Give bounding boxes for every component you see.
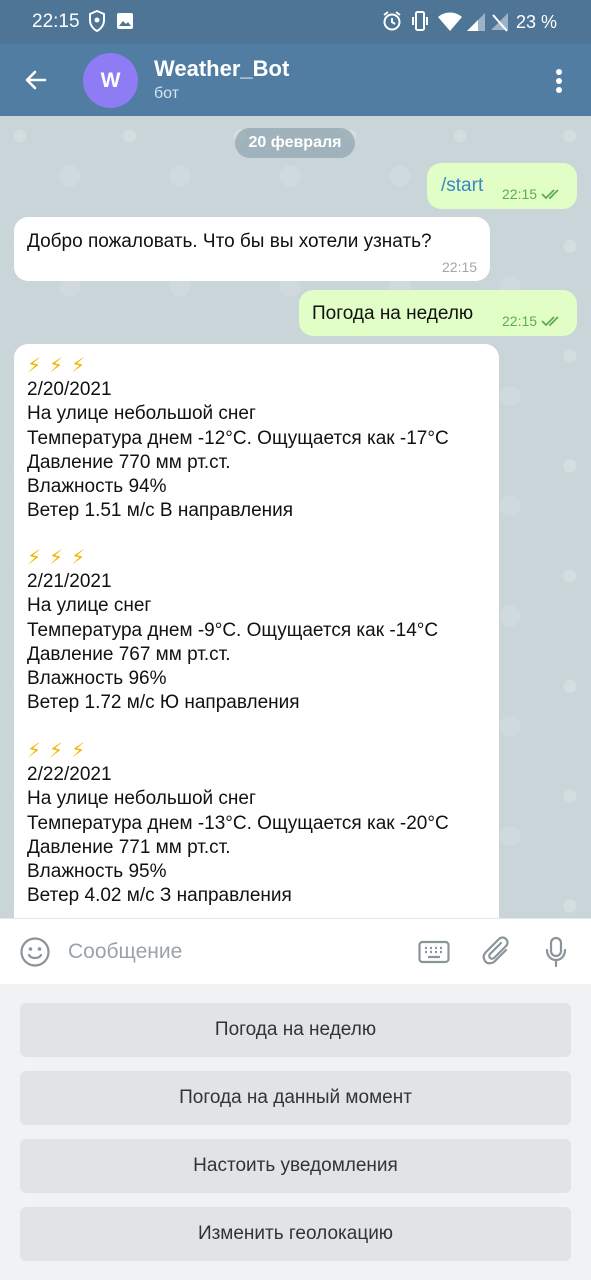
forecast-temperature: Температура днем -12°C. Ощущается как -1… — [27, 427, 449, 449]
chat-title[interactable]: Weather_Bot — [154, 56, 289, 82]
forecast-humidity: Влажность 96% — [27, 667, 167, 689]
lightning-icon: ⚡⚡⚡ — [27, 547, 94, 569]
message-bubble-outgoing[interactable]: /start 22:15 — [427, 163, 577, 209]
forecast-date: 2/21/2021 — [27, 571, 112, 593]
forecast-condition: На улице небольшой снег — [27, 788, 256, 810]
keyboard-button-weekly-weather[interactable]: Погода на неделю — [20, 1003, 571, 1057]
message-time: 22:15 — [502, 313, 538, 329]
forecast-wind: Ветер 1.72 м/с Ю направления — [27, 692, 300, 714]
attach-button[interactable] — [481, 936, 513, 968]
shield-icon — [89, 10, 105, 32]
message-meta: 22:15 — [502, 186, 563, 202]
bot-keyboard-button[interactable] — [418, 936, 450, 968]
forecast-pressure: Давление 770 мм рт.ст. — [27, 451, 231, 473]
forecast-day: ⚡⚡⚡ 2/22/2021 На улице небольшой снег Те… — [27, 739, 449, 908]
forecast-temperature: Температура днем -9°C. Ощущается как -14… — [27, 619, 439, 641]
keyboard-icon — [418, 940, 450, 964]
message-time: 22:15 — [442, 259, 478, 275]
voice-button[interactable] — [540, 936, 572, 968]
lightning-icon: ⚡⚡⚡ — [27, 740, 94, 762]
chat-area[interactable]: 20 февраля /start 22:15 Добро пожаловать… — [0, 116, 591, 918]
forecast-date: 2/22/2021 — [27, 764, 112, 786]
wifi-icon — [438, 12, 462, 31]
more-vertical-icon — [556, 69, 562, 93]
battery-icon — [491, 13, 508, 32]
image-icon — [117, 13, 133, 29]
forecast-message[interactable]: ⚡⚡⚡ 2/20/2021 На улице небольшой снег Те… — [14, 344, 499, 918]
chat-header: W Weather_Bot бот — [0, 44, 591, 116]
forecast-condition: На улице снег — [27, 595, 152, 617]
back-button[interactable] — [18, 62, 54, 98]
paperclip-icon — [482, 936, 509, 965]
double-check-icon — [541, 189, 559, 200]
message-input-bar — [0, 918, 591, 984]
forecast-humidity: Влажность 94% — [27, 475, 167, 497]
forecast-wind: Ветер 4.02 м/с З направления — [27, 885, 292, 907]
forecast-condition: На улице небольшой снег — [27, 403, 256, 425]
message-meta: 22:15 — [442, 259, 477, 275]
forecast-wind: Ветер 1.51 м/с В направления — [27, 500, 294, 522]
emoji-button[interactable] — [19, 936, 51, 968]
message-text: Погода на неделю — [312, 303, 474, 324]
vibrate-icon — [412, 11, 428, 31]
more-menu-button[interactable] — [545, 64, 573, 98]
forecast-pressure: Давление 771 мм рт.ст. — [27, 836, 231, 858]
message-time: 22:15 — [502, 186, 538, 202]
emoji-icon — [20, 937, 50, 967]
forecast-date: 2/20/2021 — [27, 379, 112, 401]
message-bubble-outgoing[interactable]: Погода на неделю 22:15 — [299, 290, 577, 336]
keyboard-button-notifications[interactable]: Настоить уведомления — [20, 1139, 571, 1193]
forecast-pressure: Давление 767 мм рт.ст. — [27, 643, 231, 665]
date-separator: 20 февраля — [235, 128, 355, 158]
status-time: 22:15 — [32, 11, 80, 32]
lightning-icon: ⚡⚡⚡ — [27, 355, 94, 377]
message-input[interactable] — [68, 935, 398, 969]
alarm-icon — [383, 11, 401, 31]
avatar[interactable]: W — [83, 53, 138, 108]
message-text: Добро пожаловать. Что бы вы хотели узнат… — [27, 231, 432, 252]
forecast-temperature: Температура днем -13°C. Ощущается как -2… — [27, 812, 449, 834]
message-text[interactable]: /start — [441, 175, 483, 197]
battery-percent: 23 % — [516, 12, 558, 32]
message-bubble-incoming[interactable]: Добро пожаловать. Что бы вы хотели узнат… — [14, 217, 490, 281]
signal-icon — [467, 13, 485, 31]
forecast-humidity: Влажность 95% — [27, 860, 167, 882]
keyboard-button-current-weather[interactable]: Погода на данный момент — [20, 1071, 571, 1125]
microphone-icon — [545, 936, 567, 968]
double-check-icon — [541, 316, 559, 327]
status-bar: 22:15 23 % — [0, 0, 591, 44]
chat-subtitle: бот — [154, 85, 180, 102]
forecast-day: ⚡⚡⚡ 2/21/2021 На улице снег Температура … — [27, 546, 438, 715]
arrow-left-icon — [25, 70, 47, 90]
bot-reply-keyboard: Погода на неделю Погода на данный момент… — [0, 984, 591, 1280]
message-meta: 22:15 — [502, 313, 563, 329]
forecast-day: ⚡⚡⚡ 2/20/2021 На улице небольшой снег Те… — [27, 354, 449, 523]
keyboard-button-change-location[interactable]: Изменить геолокацию — [20, 1207, 571, 1261]
